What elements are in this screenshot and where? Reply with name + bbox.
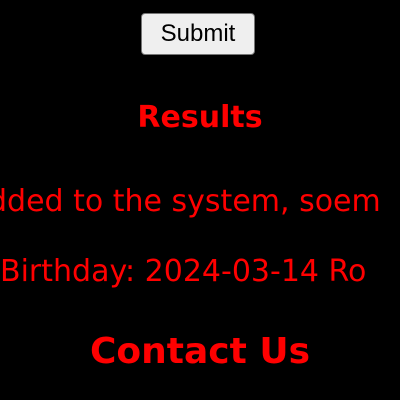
contact-us-heading: Contact Us xyxy=(89,331,311,372)
result-line-added: dded to the system, soem xyxy=(0,184,381,219)
submit-button[interactable]: Submit xyxy=(141,13,255,55)
results-heading: Results xyxy=(137,100,263,135)
result-line-birthday: Birthday: 2024-03-14 Ro xyxy=(0,254,367,289)
